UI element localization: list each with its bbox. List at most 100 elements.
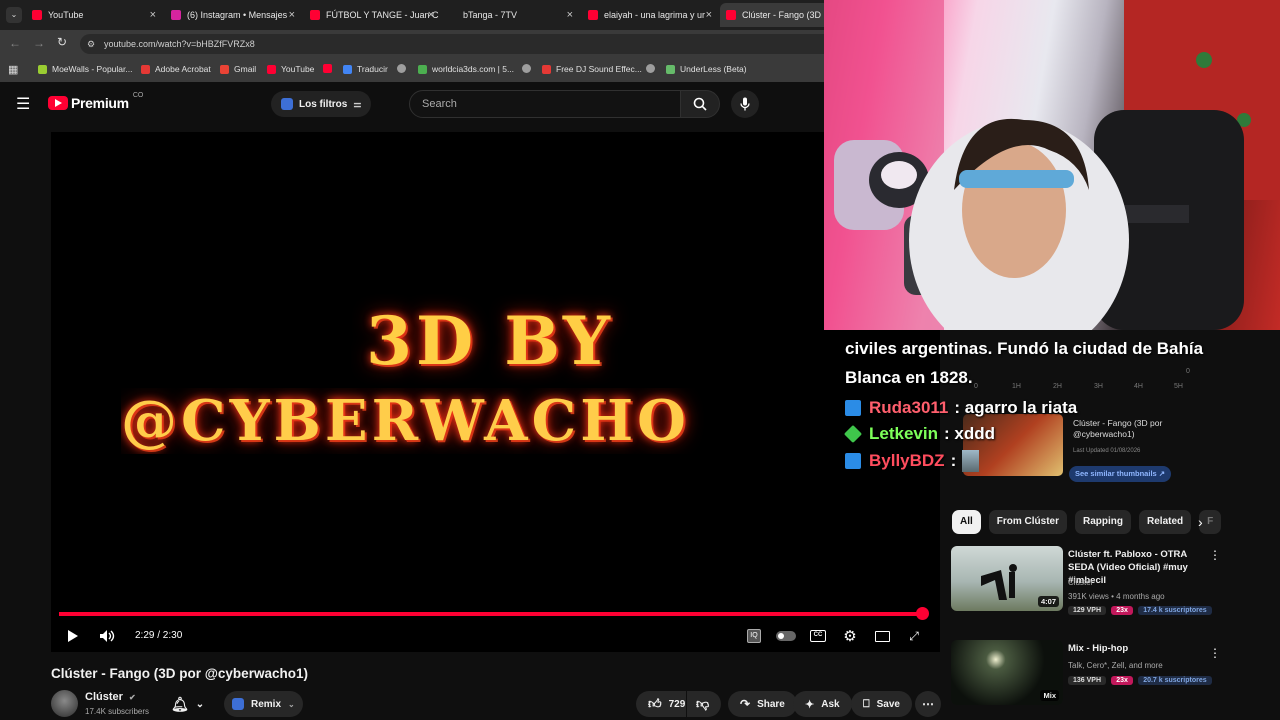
browser-tab[interactable]: elaiyah - una lagrima y ur ×	[582, 3, 718, 27]
instagram-icon	[171, 10, 181, 20]
youtube-logo[interactable]: Premium CO	[48, 92, 143, 111]
extension-button[interactable]: IQ	[744, 626, 764, 646]
voice-search-button[interactable]	[731, 90, 759, 118]
url-field[interactable]: ⚙ youtube.com/watch?v=bHBZfFVRZx8	[80, 34, 840, 54]
share-button[interactable]: ↷ Share	[728, 691, 797, 717]
translate-icon	[343, 64, 352, 74]
fullscreen-button[interactable]: ⤢	[904, 626, 924, 646]
remix-button[interactable]: Remix ⌄	[224, 691, 303, 717]
subscribe-bell-button[interactable]: 🔔︎ ⌄	[167, 691, 208, 717]
bookmark[interactable]: MoeWalls - Popular...	[38, 64, 132, 74]
chat-message: Letkevin : xddd	[838, 424, 1238, 444]
chat-message: Ruda3011 : agarro la riata	[838, 398, 1238, 418]
remix-icon	[232, 698, 244, 710]
youtube-icon	[542, 64, 551, 74]
chevron-right-icon[interactable]: ›	[1198, 514, 1203, 530]
bell-icon: 🔔︎	[171, 695, 189, 712]
captions-button[interactable]: CC	[808, 626, 828, 646]
like-button[interactable]: 👍︎ 729	[636, 691, 686, 717]
video-thumbnail[interactable]: 4:07	[951, 546, 1063, 611]
apps-icon[interactable]: ▦	[8, 63, 18, 76]
more-options-icon[interactable]: ⋮	[1209, 548, 1221, 562]
video-player[interactable]: 3D BY @CYBERWACHO 2:29 / 2:30 IQ CC ⚙ ⤢	[51, 132, 940, 652]
progress-bar[interactable]	[59, 612, 923, 616]
recommendation-item[interactable]: 4:07 Clúster ft. Pabloxo - OTRA SEDA (Vi…	[951, 546, 1221, 616]
chip-all[interactable]: All	[952, 510, 981, 534]
bookmark-icon	[666, 64, 675, 74]
badge-icon	[845, 400, 861, 416]
bookmark[interactable]: worldcia3ds.com | 5...	[418, 64, 514, 74]
back-icon[interactable]: ←	[9, 36, 21, 50]
youtube-icon	[588, 10, 598, 20]
more-horizontal-icon: ⋯	[922, 697, 934, 711]
browser-tab[interactable]: YouTube ×	[26, 3, 162, 27]
browser-tab[interactable]: (6) Instagram • Mensajes ×	[165, 3, 301, 27]
time-display: 2:29 / 2:30	[135, 630, 183, 641]
chevron-down-icon: ⌄	[195, 698, 205, 710]
chip-from-channel[interactable]: From Clúster	[988, 510, 1068, 534]
chat-message: ByllyBDZ :	[838, 450, 1238, 472]
bookmark[interactable]: Adobe Acrobat	[141, 64, 211, 74]
miniplayer-button[interactable]	[872, 626, 892, 646]
more-options-icon[interactable]: ⋮	[1209, 646, 1221, 660]
bookmark[interactable]: YouTube	[267, 64, 314, 74]
more-actions-button[interactable]: ⋯	[915, 691, 941, 717]
bookmark[interactable]: Free DJ Sound Effec...	[542, 64, 642, 74]
acrobat-icon	[141, 64, 150, 74]
search-icon	[693, 97, 707, 111]
bookmark[interactable]	[522, 64, 536, 73]
browser-tab-active[interactable]: Clúster - Fango (3D por	[720, 3, 830, 27]
stream-chat-overlay: civiles argentinas. Fundó la ciudad de B…	[838, 334, 1238, 478]
browser-tab[interactable]: bTanga - 7TV ×	[443, 3, 579, 27]
video-title: Clúster - Fango (3D por @cyberwacho1)	[51, 666, 308, 681]
chip-rapping[interactable]: Rapping	[1075, 510, 1132, 534]
youtube-icon	[323, 64, 332, 73]
filters-button[interactable]: Los filtros ⚌	[271, 91, 372, 117]
bookmark[interactable]	[646, 64, 660, 73]
captions-icon: CC	[810, 630, 826, 642]
avatar[interactable]	[51, 690, 78, 717]
reload-icon[interactable]: ↻	[57, 35, 67, 49]
bookmark[interactable]: Gmail	[220, 64, 256, 74]
bookmark[interactable]: Traducir	[343, 64, 388, 74]
youtube-icon	[726, 10, 736, 20]
close-icon[interactable]: ×	[428, 9, 434, 21]
share-icon: ↷	[740, 697, 751, 711]
gmail-icon	[220, 64, 229, 74]
site-info-icon[interactable]: ⚙	[87, 34, 95, 54]
close-icon[interactable]: ×	[150, 9, 156, 21]
save-button[interactable]: ⎕ Save	[851, 691, 912, 717]
play-button[interactable]	[63, 626, 83, 646]
play-icon	[68, 630, 78, 642]
progress-scrubber[interactable]	[915, 607, 929, 620]
browser-tab[interactable]: FÚTBOL Y TANGE - Juan C ×	[304, 3, 440, 27]
settings-button[interactable]: ⚙	[840, 626, 860, 646]
recommendation-item[interactable]: Mix Mix - Hip-hop Talk, Cero*, Zell, and…	[951, 640, 1221, 710]
search-button[interactable]	[680, 90, 720, 118]
badge-icon	[843, 424, 863, 444]
close-icon[interactable]: ×	[567, 9, 573, 21]
bookmark[interactable]	[323, 64, 337, 73]
close-icon[interactable]: ×	[289, 9, 295, 21]
channel-name[interactable]: Clúster ✔	[85, 691, 136, 703]
youtube-icon	[267, 64, 276, 74]
video-overlay-text: 3D BY	[366, 302, 614, 380]
bookmark[interactable]	[397, 64, 411, 73]
thumbs-up-icon: 👍︎	[648, 696, 662, 711]
youtube-play-icon	[48, 96, 68, 110]
close-icon[interactable]: ×	[706, 9, 712, 21]
bookmark[interactable]: UnderLess (Beta)	[666, 64, 747, 74]
video-thumbnail[interactable]: Mix	[951, 640, 1063, 705]
ask-button[interactable]: ✦ Ask	[793, 691, 852, 717]
volume-button[interactable]	[97, 626, 117, 646]
tab-search-button[interactable]: ⌄	[6, 7, 22, 23]
search-input[interactable]: Search	[409, 90, 681, 118]
forward-icon[interactable]: →	[33, 36, 45, 50]
fullscreen-icon: ⤢	[909, 628, 919, 643]
autoplay-toggle[interactable]	[775, 626, 797, 646]
chevron-down-icon: ⌄	[288, 699, 295, 709]
menu-icon[interactable]: ☰	[16, 94, 30, 114]
stats-pills: 129 VPH 23x 17.4 k suscriptores	[1068, 605, 1215, 615]
dislike-button[interactable]: 👎︎	[687, 691, 721, 717]
chip-related[interactable]: Related	[1139, 510, 1192, 534]
